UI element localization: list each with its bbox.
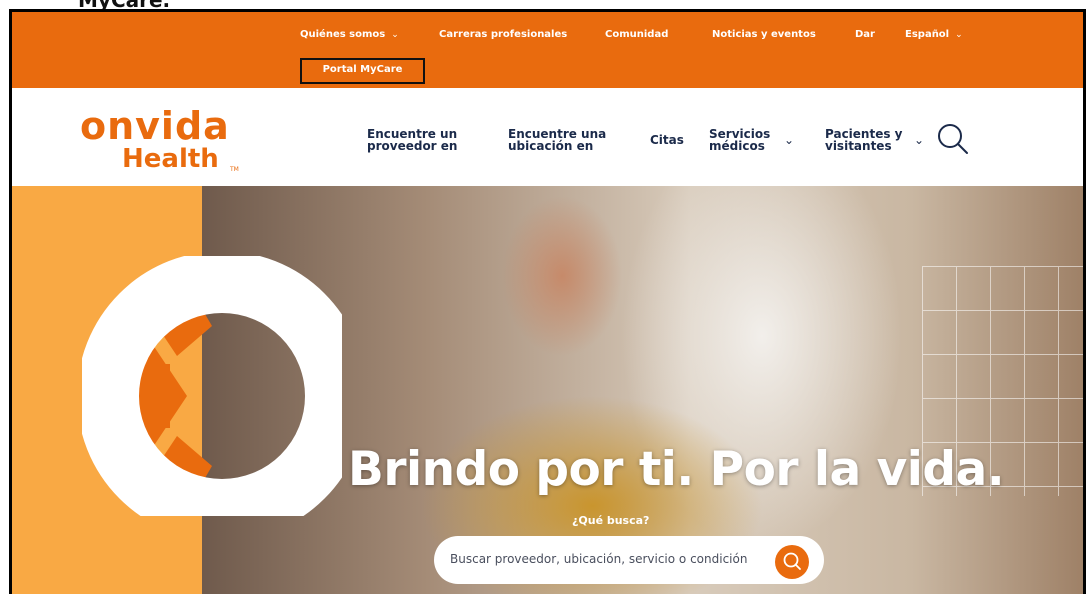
chevron-down-icon: ⌄: [955, 30, 963, 40]
nav-find-location[interactable]: Encuentre una ubicación en: [508, 128, 606, 152]
logo-trademark: TM: [230, 166, 239, 173]
portal-mycare-link[interactable]: Portal MyCare: [302, 64, 423, 75]
top-nav-noticias[interactable]: Noticias y eventos: [712, 29, 816, 40]
top-nav-espanol[interactable]: Español ⌄: [905, 29, 963, 40]
main-header: onvida Health TM Encuentre un proveedor …: [12, 88, 1083, 186]
brand-sunburst-graphic: [82, 256, 342, 516]
hero-banner: Brindo por ti. Por la vida. ¿Qué busca? …: [12, 186, 1083, 594]
onvida-health-logo[interactable]: onvida Health TM: [80, 104, 250, 176]
search-submit-button[interactable]: [775, 545, 809, 579]
browser-viewport: Quiénes somos ⌄ Carreras profesionales Co…: [9, 9, 1086, 594]
search-icon[interactable]: [936, 122, 970, 156]
search-icon: [783, 552, 801, 570]
nav-appointments[interactable]: Citas: [650, 134, 684, 146]
search-prompt-label: ¿Qué busca?: [572, 514, 650, 527]
portal-mycare-highlight[interactable]: Portal MyCare: [300, 58, 425, 84]
hero-title: Brindo por ti. Por la vida.: [348, 442, 1005, 497]
logo-wordmark-bottom: Health: [122, 144, 219, 174]
top-nav-comunidad[interactable]: Comunidad: [605, 29, 668, 40]
nav-patients-visitors[interactable]: Pacientes y visitantes: [825, 128, 903, 152]
nav-medical-services[interactable]: Servicios médicos: [709, 128, 770, 152]
search-input[interactable]: Buscar proveedor, ubicación, servicio o …: [450, 552, 747, 566]
nav-find-provider[interactable]: Encuentre un proveedor en: [367, 128, 457, 152]
top-utility-bar: Quiénes somos ⌄ Carreras profesionales Co…: [12, 12, 1083, 88]
chevron-down-icon[interactable]: ⌄: [914, 133, 924, 147]
top-nav-quienes-somos[interactable]: Quiénes somos ⌄: [300, 29, 399, 40]
hero-search-bar[interactable]: Buscar proveedor, ubicación, servicio o …: [434, 536, 824, 584]
top-nav-dar[interactable]: Dar: [855, 29, 875, 40]
logo-wordmark-top: onvida: [80, 104, 230, 148]
top-nav-carreras[interactable]: Carreras profesionales: [439, 29, 567, 40]
chevron-down-icon[interactable]: ⌄: [784, 133, 794, 147]
chevron-down-icon: ⌄: [391, 30, 399, 40]
